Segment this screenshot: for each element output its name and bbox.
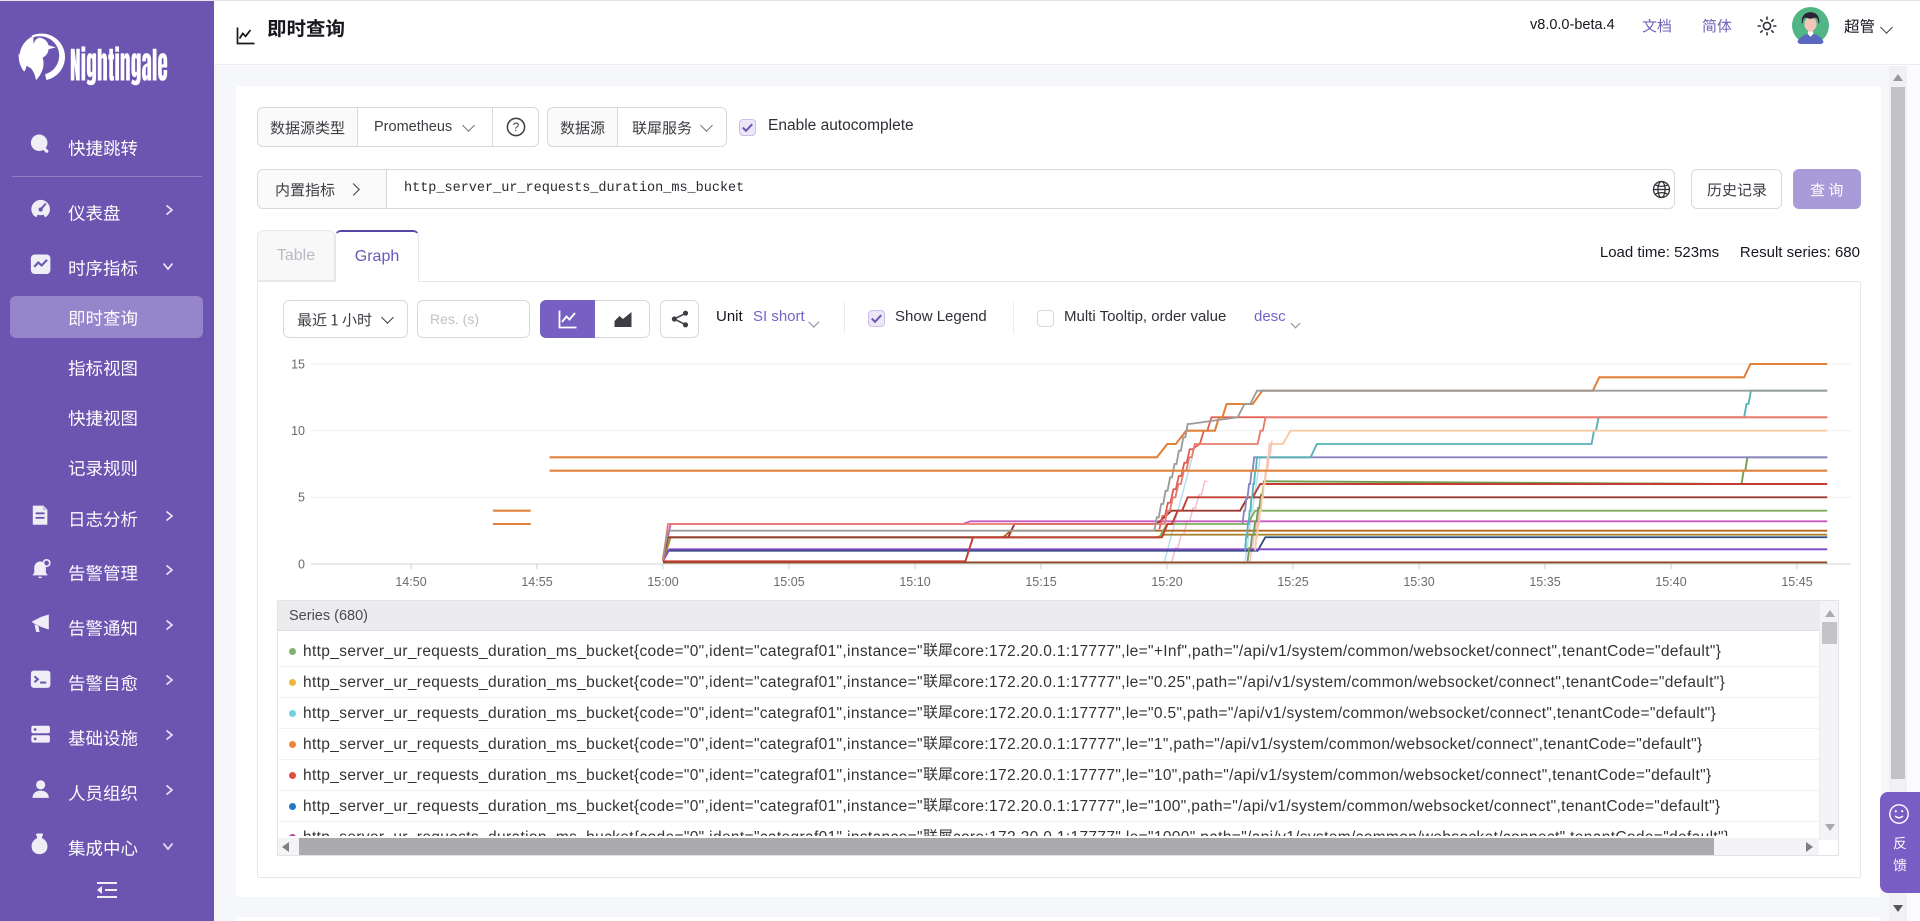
svg-text:15:20: 15:20 [1151, 575, 1182, 589]
svg-text:15:40: 15:40 [1655, 575, 1686, 589]
svg-text:15:35: 15:35 [1529, 575, 1560, 589]
svg-text:14:50: 14:50 [395, 575, 426, 589]
svg-text:15:00: 15:00 [647, 575, 678, 589]
svg-text:15:30: 15:30 [1403, 575, 1434, 589]
svg-text:15:25: 15:25 [1277, 575, 1308, 589]
svg-text:15:15: 15:15 [1025, 575, 1056, 589]
svg-text:15:45: 15:45 [1781, 575, 1812, 589]
svg-text:?: ? [512, 122, 518, 134]
svg-text:10: 10 [291, 424, 305, 438]
svg-text:15:10: 15:10 [899, 575, 930, 589]
svg-text:5: 5 [298, 491, 305, 505]
svg-text:15: 15 [291, 357, 305, 371]
svg-text:0: 0 [298, 557, 305, 571]
svg-text:15:05: 15:05 [773, 575, 804, 589]
svg-text:14:55: 14:55 [521, 575, 552, 589]
